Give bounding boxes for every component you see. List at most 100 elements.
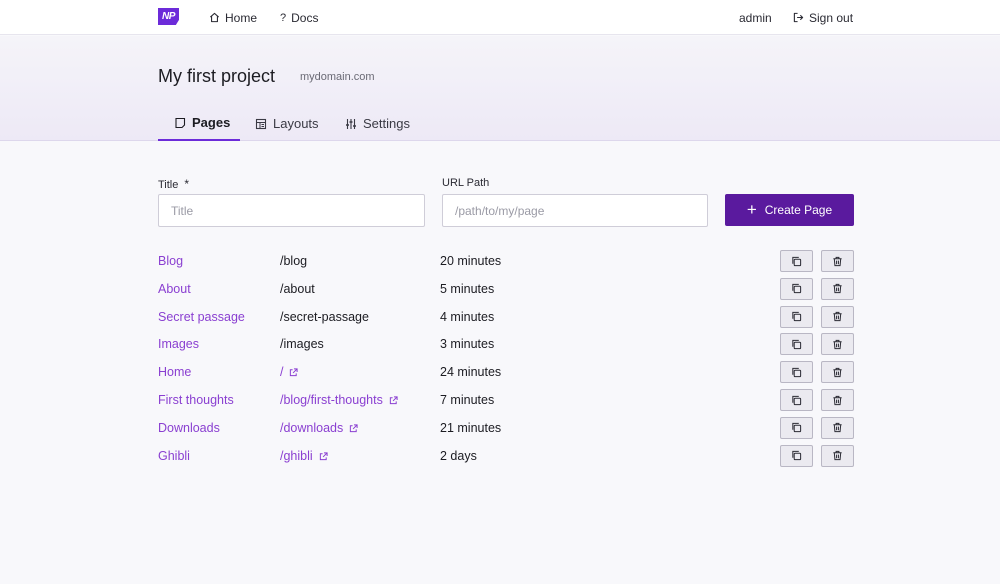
trash-icon [833, 395, 842, 405]
external-link-icon[interactable] [349, 424, 358, 433]
page-path[interactable]: /ghibli [280, 445, 328, 467]
copy-icon [792, 395, 802, 405]
page-row: Downloads/downloads 21 minutes [0, 416, 1000, 445]
url-path-input[interactable] [442, 194, 708, 227]
page-path: /images [280, 333, 324, 355]
tab-pages-label: Pages [192, 115, 231, 130]
nav-home-link[interactable]: Home [209, 0, 257, 35]
tab-settings-label: Settings [363, 116, 410, 131]
page-row: About/about 5 minutes [0, 277, 1000, 306]
page-modified-time: 20 minutes [440, 254, 502, 268]
page-path[interactable]: /blog/first-thoughts [280, 389, 398, 411]
page-path: /blog [280, 250, 307, 272]
page-modified-time: 4 minutes [440, 309, 495, 324]
project-header: My first project mydomain.com Pages Layo… [0, 36, 1000, 141]
page-path-text: /secret-passage [280, 309, 369, 324]
sign-out-label: Sign out [809, 10, 854, 25]
page-path-text: /ghibli [280, 448, 313, 463]
duplicate-page-button[interactable] [780, 277, 813, 300]
page-path[interactable]: /downloads [280, 417, 358, 439]
page-title-link[interactable]: Images [158, 333, 199, 355]
external-link-icon[interactable] [389, 396, 398, 405]
duplicate-page-button[interactable] [780, 416, 813, 439]
tab-settings[interactable]: Settings [345, 106, 410, 141]
copy-icon [792, 284, 802, 294]
delete-page-button[interactable] [821, 333, 854, 356]
delete-page-button[interactable] [821, 361, 854, 384]
copy-icon [792, 367, 802, 377]
title-input[interactable] [158, 194, 425, 227]
duplicate-page-button[interactable] [780, 444, 813, 467]
external-link-icon[interactable] [289, 368, 299, 377]
page-path[interactable]: / [280, 361, 299, 383]
delete-page-button[interactable] [821, 389, 854, 411]
page-modified-time: 5 minutes [440, 281, 495, 296]
tab-layouts[interactable]: Layouts [255, 106, 319, 141]
delete-page-button[interactable] [821, 250, 854, 272]
create-page-button[interactable]: + Create Page [725, 194, 854, 226]
trash-icon [833, 311, 842, 322]
page-modified-time: 3 minutes [440, 337, 495, 352]
page-row: Blog/blog 20 minutes [0, 250, 1000, 278]
page-path-text: /about [280, 281, 315, 296]
trash-icon [833, 450, 842, 461]
nav-docs-link[interactable]: ? Docs [280, 0, 318, 35]
page-modified-time: 2 days [440, 448, 477, 463]
sign-out-link[interactable]: Sign out [793, 0, 853, 35]
duplicate-page-button[interactable] [780, 361, 813, 384]
project-title: My first project [158, 66, 276, 86]
page-modified-time: 7 minutes [440, 393, 495, 407]
tab-pages[interactable]: Pages [158, 106, 240, 141]
nav-docs-label: Docs [291, 10, 319, 25]
tab-layouts-label: Layouts [273, 116, 319, 131]
page-title-link[interactable]: Blog [158, 250, 183, 272]
sliders-icon [346, 118, 356, 129]
page-title-link[interactable]: Secret passage [158, 306, 245, 328]
sign-out-icon [793, 12, 804, 23]
duplicate-page-button[interactable] [780, 250, 813, 272]
copy-icon [792, 311, 802, 322]
page-title-link[interactable]: About [158, 278, 191, 300]
delete-page-button[interactable] [821, 444, 854, 467]
trash-icon [833, 284, 842, 294]
delete-page-button[interactable] [821, 416, 854, 439]
page-path-text: /downloads [280, 420, 344, 435]
question-icon: ? [280, 11, 287, 24]
copy-icon [792, 450, 802, 461]
page-row: Home / 24 minutes [0, 361, 1000, 389]
project-domain: mydomain.com [300, 71, 375, 83]
page-icon [175, 117, 186, 128]
external-link-icon[interactable] [319, 451, 328, 461]
page-title-link[interactable]: Ghibli [158, 445, 190, 467]
copy-icon [792, 339, 802, 350]
page-row: First thoughts/blog/first-thoughts 7 minu… [0, 389, 1000, 417]
page-title-link[interactable]: First thoughts [158, 389, 234, 411]
title-label: Title * [158, 177, 190, 191]
page-modified-time: 24 minutes [440, 365, 502, 380]
page-path-text: /blog/first-thoughts [280, 393, 383, 407]
required-mark: * [184, 177, 190, 191]
delete-page-button[interactable] [821, 277, 854, 300]
duplicate-page-button[interactable] [780, 305, 813, 328]
trash-icon [833, 367, 842, 377]
page-modified-time: 21 minutes [440, 420, 502, 435]
page-row: Ghibli/ghibli 2 days [0, 444, 1000, 473]
page-path: /about [280, 278, 315, 300]
app-logo[interactable]: NP [158, 8, 179, 25]
url-path-label: URL Path [442, 177, 490, 189]
page-title-link[interactable]: Home [158, 361, 191, 383]
page-title-link[interactable]: Downloads [158, 417, 220, 439]
page-path-text: /images [280, 337, 324, 352]
page-row: Secret passage/secret-passage 4 minutes [0, 305, 1000, 334]
user-name: admin [739, 10, 772, 25]
top-navbar: NP Home ? Docs admin Sign out [0, 0, 1000, 35]
trash-icon [833, 256, 842, 266]
duplicate-page-button[interactable] [780, 389, 813, 411]
nav-home-label: Home [225, 10, 258, 25]
delete-page-button[interactable] [821, 305, 854, 328]
duplicate-page-button[interactable] [780, 333, 813, 356]
page-path: /secret-passage [280, 306, 369, 328]
home-icon [210, 12, 219, 23]
page-row: Images/images 3 minutes [0, 333, 1000, 361]
trash-icon [833, 423, 842, 433]
